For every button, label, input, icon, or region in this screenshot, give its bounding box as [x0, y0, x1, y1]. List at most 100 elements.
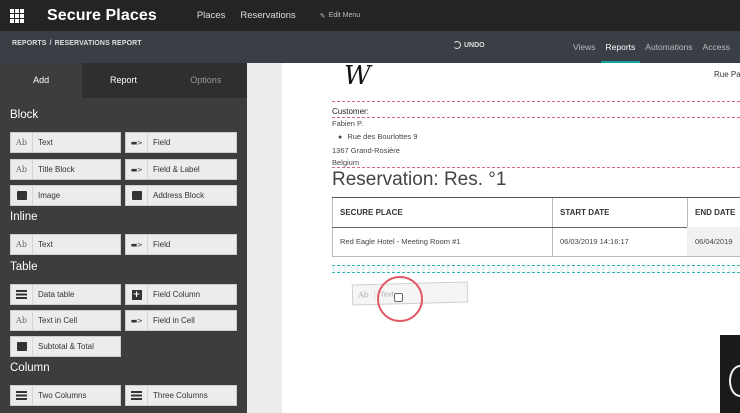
block-outline-top	[332, 101, 740, 102]
inline-text-label: Text	[38, 240, 53, 249]
section-block: Block	[10, 109, 39, 121]
block-field-label-label: Field & Label	[153, 165, 200, 174]
table-icon	[11, 285, 33, 304]
undo-icon	[453, 41, 461, 49]
breadcrumb: REPORTS / RESERVATIONS REPORT	[12, 40, 142, 47]
section-inline: Inline	[10, 211, 38, 223]
two-columns-label: Two Columns	[38, 391, 87, 400]
panel-tab-report[interactable]: Report	[82, 63, 164, 98]
tab-access[interactable]: Access	[698, 31, 735, 63]
edit-menu-link[interactable]: ✎ Edit Menu	[320, 12, 360, 20]
columns-icon	[126, 386, 148, 405]
report-title[interactable]: Reservation: Res. °1	[332, 169, 506, 191]
text-in-cell-label: Text in Cell	[38, 316, 78, 325]
customer-street-text: Rue des Bourlottes 9	[347, 132, 418, 141]
text-in-cell-button[interactable]: Ab Text in Cell	[10, 310, 121, 331]
report-canvas[interactable]: W Rue Pa Customer: Fabien P. ● Rue des B…	[282, 61, 740, 413]
company-address: Rue Pa	[714, 70, 740, 79]
pencil-icon: ✎	[319, 12, 326, 20]
top-bar: Secure Places Places Reservations ✎ Edit…	[0, 0, 740, 31]
customer-country[interactable]: Belgium	[332, 158, 359, 167]
customer-street[interactable]: ● Rue des Bourlottes 9	[338, 132, 417, 141]
block-outline-mid	[332, 117, 740, 118]
col-header-start-date[interactable]: START DATE	[552, 198, 687, 227]
customer-label[interactable]: Customer:	[332, 107, 369, 116]
inline-field-button[interactable]: ▬> Field	[125, 234, 237, 255]
field-icon: ▬>	[126, 235, 148, 254]
studio-tabs: Views Reports Automations Access	[568, 31, 735, 63]
drop-zone[interactable]	[332, 265, 740, 273]
tab-reports[interactable]: Reports	[600, 31, 641, 63]
field-in-cell-label: Field in Cell	[153, 316, 195, 325]
subtotal-total-button[interactable]: Subtotal & Total	[10, 336, 121, 357]
block-text-label: Text	[38, 138, 53, 147]
subtotal-total-label: Subtotal & Total	[38, 342, 94, 351]
cell-end-date[interactable]: 06/04/2019	[687, 227, 740, 256]
section-table: Table	[10, 261, 38, 273]
three-columns-button[interactable]: Three Columns	[125, 385, 237, 406]
inline-field-label: Field	[153, 240, 171, 249]
edit-menu-label: Edit Menu	[328, 12, 361, 19]
block-address-label: Address Block	[153, 191, 205, 200]
block-field-label: Field	[153, 138, 171, 147]
text-icon: Ab	[11, 311, 33, 330]
control-bar: REPORTS / RESERVATIONS REPORT UNDO Views R…	[0, 31, 740, 63]
block-title-button[interactable]: Ab Title Block	[10, 159, 121, 180]
breadcrumb-current: RESERVATIONS REPORT	[54, 40, 142, 47]
block-image-button[interactable]: Image	[10, 185, 121, 206]
customer-city[interactable]: 1367 Grand-Rosière	[332, 146, 400, 155]
cell-secure-place[interactable]: Red Eagle Hotel - Meeting Room #1	[332, 227, 552, 256]
money-icon	[11, 337, 33, 356]
webcam-overlay	[720, 335, 740, 413]
col-header-end-date[interactable]: END DATE	[687, 198, 740, 227]
block-title-label: Title Block	[38, 165, 75, 174]
apps-grid-icon[interactable]	[10, 8, 24, 23]
table-bottom-rule	[332, 256, 740, 257]
panel-tab-add[interactable]: Add	[0, 63, 83, 98]
block-image-label: Image	[38, 191, 61, 200]
tab-automations[interactable]: Automations	[640, 31, 697, 63]
undo-button[interactable]: UNDO	[453, 41, 485, 49]
reservation-table[interactable]: SECURE PLACE START DATE END DATE Red Eag…	[332, 197, 740, 257]
field-column-button[interactable]: + Field Column	[125, 284, 237, 305]
data-table-label: Data table	[38, 290, 75, 299]
field-icon: ▬>	[126, 311, 148, 330]
columns-icon	[11, 386, 33, 405]
data-table-button[interactable]: Data table	[10, 284, 121, 305]
customer-name[interactable]: Fabien P.	[332, 119, 363, 128]
tab-views[interactable]: Views	[568, 31, 601, 63]
camera-icon	[11, 186, 33, 205]
nav-places[interactable]: Places	[197, 10, 226, 21]
field-icon: ▬>	[126, 133, 148, 152]
block-text-button[interactable]: Ab Text	[10, 132, 121, 153]
company-logo: W	[344, 61, 371, 91]
panel-tabs: Add Report Options	[0, 63, 247, 98]
col-header-secure-place[interactable]: SECURE PLACE	[332, 198, 552, 227]
block-field-label-button[interactable]: ▬> Field & Label	[125, 159, 237, 180]
text-icon: Ab	[352, 289, 376, 300]
block-field-button[interactable]: ▬> Field	[125, 132, 237, 153]
field-column-label: Field Column	[153, 290, 201, 299]
inline-text-button[interactable]: Ab Text	[10, 234, 121, 255]
section-column: Column	[10, 362, 50, 374]
drag-cursor-icon	[394, 293, 403, 302]
panel-tab-options[interactable]: Options	[165, 63, 247, 98]
nav-reservations[interactable]: Reservations	[240, 10, 295, 21]
map-marker-icon: ●	[338, 134, 343, 141]
sidebar-panel: Add Report Options Block Ab Text ▬> Fiel…	[0, 63, 247, 413]
text-icon: Ab	[11, 235, 33, 254]
field-in-cell-button[interactable]: ▬> Field in Cell	[125, 310, 237, 331]
field-icon: ▬>	[126, 160, 148, 179]
text-icon: Ab	[11, 160, 33, 179]
breadcrumb-separator: /	[49, 40, 52, 47]
breadcrumb-reports[interactable]: REPORTS	[12, 40, 47, 47]
app-title: Secure Places	[47, 6, 157, 24]
undo-label: UNDO	[464, 41, 485, 49]
block-outline-bottom	[332, 167, 740, 168]
cell-start-date[interactable]: 06/03/2019 14:16:17	[552, 227, 687, 256]
three-columns-label: Three Columns	[153, 391, 208, 400]
plus-icon: +	[126, 285, 148, 304]
block-address-button[interactable]: Address Block	[125, 185, 237, 206]
address-card-icon	[126, 186, 148, 205]
two-columns-button[interactable]: Two Columns	[10, 385, 121, 406]
